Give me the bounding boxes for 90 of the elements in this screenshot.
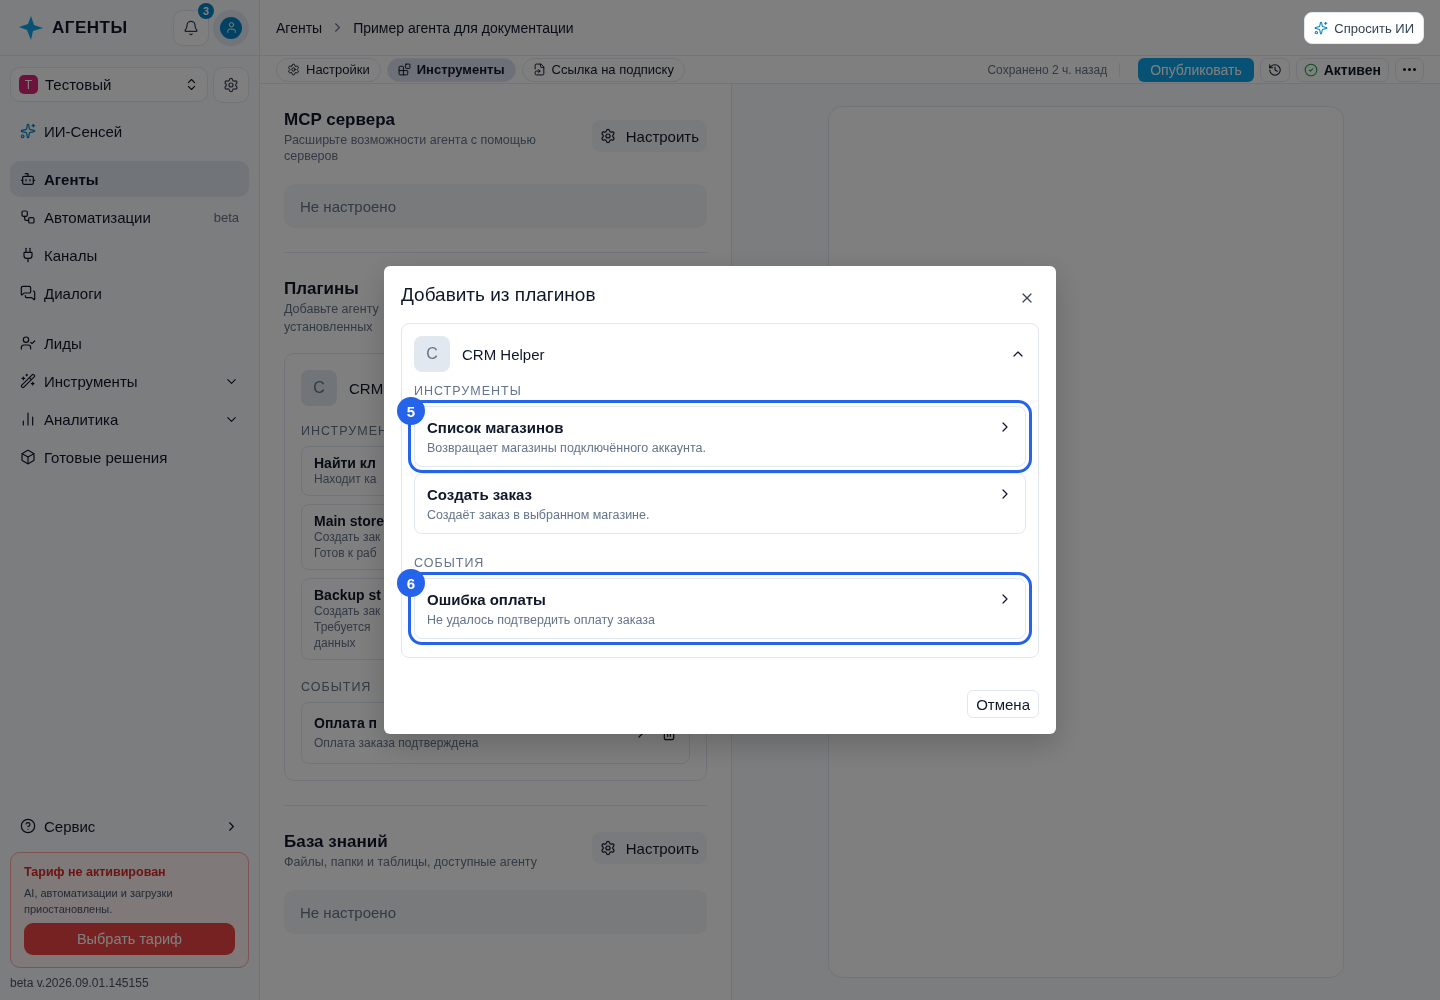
tool-description: Находит ка <box>314 471 377 487</box>
breadcrumb-link[interactable]: Пример агента для документации <box>353 19 574 36</box>
more-button[interactable] <box>1395 57 1424 82</box>
service-menu[interactable]: Сервис <box>10 808 249 844</box>
empty-state: Не настроено <box>284 890 707 934</box>
event-title: Оплата п <box>314 715 377 731</box>
nav-item[interactable]: Автоматизации beta <box>10 199 249 235</box>
brand-name: АГЕНТЫ <box>52 17 128 38</box>
tool-title: Main store <box>314 513 384 529</box>
group-label: СОБЫТИЯ <box>301 680 372 694</box>
notification-count: 3 <box>198 2 214 19</box>
tool-description: Готов к раб <box>314 545 377 561</box>
settings-icon <box>599 128 616 144</box>
saved-status: Сохранено 2 ч. назад <box>987 62 1121 77</box>
section-description: установленных <box>284 319 373 335</box>
history-button[interactable] <box>1259 57 1290 82</box>
plugin-initial: C <box>301 370 337 406</box>
step-marker: 6 <box>397 569 425 597</box>
sparkle-icon <box>1314 21 1329 35</box>
tool-description: Требуется <box>314 619 371 635</box>
tool-title: Найти кл <box>314 455 376 471</box>
user-avatar[interactable] <box>213 9 249 46</box>
star-logo-icon <box>18 14 44 41</box>
choose-plan-button[interactable]: Выбрать тариф <box>24 923 235 955</box>
plugin-accordion-header[interactable]: C CRM Helper <box>414 336 1026 372</box>
assistant-link[interactable]: ИИ-Сенсей <box>10 113 249 149</box>
toolbar-tab[interactable]: Настройки <box>276 57 381 82</box>
ask-ai-button[interactable]: Спросить ИИ <box>1304 12 1424 44</box>
magic-wand-icon <box>20 373 36 389</box>
user-check-icon <box>20 335 36 351</box>
dialog-title: Добавить из плагинов <box>401 284 596 306</box>
nav-item[interactable]: Агенты <box>10 161 249 197</box>
bot-icon <box>20 171 36 187</box>
workspace-selector[interactable]: Т Тестовый <box>10 67 208 102</box>
plugin-initial: C <box>414 336 450 372</box>
nav-item[interactable]: Каналы <box>10 237 249 273</box>
workflow-icon <box>20 209 36 225</box>
alert-text: AI, автоматизации и загрузки приостановлены. <box>24 886 174 917</box>
section-description: Файлы, папки и таблицы, доступные агенту <box>284 854 537 870</box>
cancel-button[interactable]: Отмена <box>967 690 1039 718</box>
help-icon <box>20 818 36 834</box>
group-label: ИНСТРУМЕНТЫ <box>414 384 522 398</box>
file-link-icon <box>532 63 546 76</box>
status-button[interactable]: Активен <box>1295 57 1389 82</box>
toolbar-tab[interactable]: Ссылка на подписку <box>521 57 685 82</box>
sparkle-icon <box>20 123 36 139</box>
plugin-name: CRM <box>349 379 384 397</box>
nav-item[interactable]: Диалоги <box>10 275 249 311</box>
empty-state: Не настроено <box>284 184 707 228</box>
bell-icon <box>183 19 199 36</box>
group-label: СОБЫТИЯ <box>414 556 485 570</box>
plugin-item[interactable]: Создать заказ Создаёт заказ в выбранном магазине. <box>414 473 1026 534</box>
gear-icon <box>287 63 300 76</box>
tool-title: Backup st <box>314 587 381 603</box>
section-title: MCP сервера <box>284 110 395 130</box>
nav-item[interactable]: Лиды <box>10 325 249 361</box>
step-marker: 5 <box>397 397 425 425</box>
event-description: Оплата заказа подтверждена <box>314 735 479 751</box>
settings-icon <box>599 840 616 856</box>
alert-title: Тариф не активирован <box>24 865 167 879</box>
configure-button[interactable]: Настроить <box>591 120 707 152</box>
settings-icon <box>223 77 239 93</box>
check-circle-icon <box>1303 62 1318 77</box>
blocks-icon <box>397 63 411 76</box>
group-label: ИНСТРУМЕН <box>301 424 389 438</box>
nav-item[interactable]: Готовые решения <box>10 439 249 475</box>
configure-button[interactable]: Настроить <box>591 832 707 864</box>
tool-description: Создать зак <box>314 603 381 619</box>
nav-item[interactable]: Инструменты <box>10 363 249 399</box>
history-icon <box>1267 62 1282 77</box>
cube-icon <box>20 449 36 465</box>
tool-description: данных <box>314 635 356 651</box>
more-icon <box>1403 68 1416 71</box>
tool-description: Создать зак <box>314 529 381 545</box>
bar-chart-icon <box>20 411 36 427</box>
version-label: beta v.2026.09.01.145155 <box>9 975 150 992</box>
nav-item[interactable]: Аналитика <box>10 401 249 437</box>
beta-tag: beta <box>213 209 239 225</box>
workspace-settings-button[interactable] <box>213 67 249 103</box>
breadcrumb-link[interactable]: Агенты <box>276 19 323 36</box>
section-title: База знаний <box>284 832 388 852</box>
chat-bubbles-icon <box>20 285 36 301</box>
section-title: Плагины <box>284 279 359 299</box>
section-description: Добавьте агенту <box>284 301 379 317</box>
user-icon <box>224 21 238 34</box>
plug-icon <box>20 247 36 263</box>
notifications-button[interactable] <box>173 9 209 46</box>
toolbar-tab[interactable]: Инструменты <box>386 57 516 82</box>
workspace-initial: Т <box>19 75 38 94</box>
section-description: Расширьте возможности агента с помощью серверов <box>284 132 537 164</box>
